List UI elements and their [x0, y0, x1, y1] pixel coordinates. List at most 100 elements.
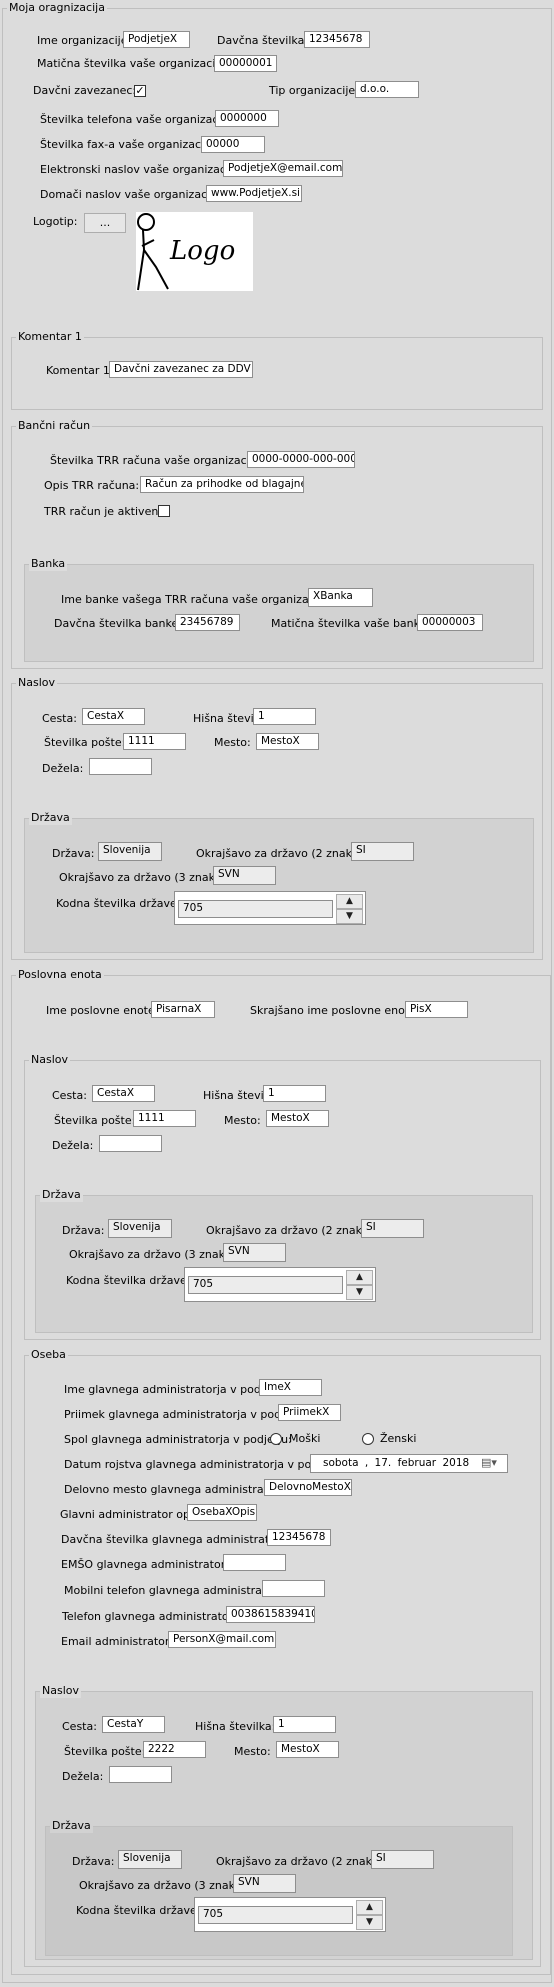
- admin-job-input[interactable]: DelovnoMestoX: [264, 1479, 352, 1496]
- person-num-code-input[interactable]: 705: [198, 1906, 353, 1924]
- unit-code3-input[interactable]: SVN: [223, 1243, 286, 1262]
- unit-post-input[interactable]: 1111: [133, 1110, 196, 1127]
- person-num-code-up-button[interactable]: ▲: [356, 1900, 383, 1915]
- person-code2-input[interactable]: SI: [371, 1850, 434, 1869]
- admin-email-input[interactable]: PersonX@mail.com: [168, 1631, 276, 1648]
- trr-active-label: TRR račun je aktiven:: [44, 505, 163, 518]
- admin-gender-label: Spol glavnega administratorja v podjetju…: [64, 1433, 292, 1446]
- person-street-label: Cesta:: [62, 1720, 97, 1733]
- code2-input[interactable]: SI: [351, 842, 414, 861]
- person-address-group-title: Naslov: [40, 1684, 81, 1698]
- comment-input[interactable]: Davčni zavezanec za DDV: [109, 361, 253, 378]
- org-fax-input[interactable]: 00000: [201, 136, 265, 153]
- bank-account-group-title: Bančni račun: [16, 419, 93, 433]
- org-reg-input[interactable]: 00000001: [214, 55, 277, 72]
- org-phone-label: Številka telefona vaše organizacije:: [40, 113, 236, 126]
- person-region-input[interactable]: [109, 1766, 172, 1783]
- bank-reg-input[interactable]: 00000003: [417, 614, 483, 631]
- city-input[interactable]: MestoX: [256, 733, 319, 750]
- person-post-input[interactable]: 2222: [143, 1741, 206, 1758]
- org-email-input[interactable]: PodjetjeX@email.com: [223, 160, 343, 177]
- logo-image: Logo: [136, 212, 253, 291]
- person-post-label: Številka pošte:: [64, 1745, 146, 1758]
- gender-female-label[interactable]: Ženski: [380, 1432, 416, 1446]
- street-input[interactable]: CestaX: [82, 708, 145, 725]
- person-region-label: Dežela:: [62, 1770, 104, 1783]
- admin-surname-input[interactable]: PriimekX: [278, 1404, 341, 1421]
- org-vat-checkbox[interactable]: ✓: [134, 85, 146, 97]
- person-num-code-down-button[interactable]: ▼: [356, 1915, 383, 1930]
- num-code-up-button[interactable]: ▲: [336, 894, 363, 909]
- unit-num-code-input[interactable]: 705: [188, 1276, 343, 1294]
- admin-name-input[interactable]: ImeX: [259, 1379, 322, 1396]
- admin-desc-input[interactable]: OsebaXOpis: [187, 1504, 257, 1521]
- admin-dob-picker[interactable]: sobota , 17. februar 2018 ▤▾: [310, 1454, 508, 1473]
- country-group: Država: [24, 811, 534, 953]
- num-code-input[interactable]: 705: [178, 900, 333, 918]
- org-phone-input[interactable]: 0000000: [215, 110, 279, 127]
- person-code3-input[interactable]: SVN: [233, 1874, 296, 1893]
- bank-tax-label: Davčna številka banke:: [54, 617, 182, 630]
- unit-name-input[interactable]: PisarnaX: [151, 1001, 215, 1018]
- person-house-input[interactable]: 1: [273, 1716, 336, 1733]
- unit-house-input[interactable]: 1: [263, 1085, 326, 1102]
- org-vat-label: Davčni zavezanec:: [33, 84, 137, 97]
- calendar-dropdown-icon[interactable]: ▤▾: [481, 1456, 497, 1469]
- person-group-title: Oseba: [29, 1348, 68, 1362]
- person-country-label: Država:: [72, 1855, 115, 1868]
- admin-dob-value: sobota , 17. februar 2018: [323, 1457, 470, 1469]
- street-label: Cesta:: [42, 712, 77, 725]
- post-input[interactable]: 1111: [123, 733, 186, 750]
- gender-female-radio[interactable]: [362, 1433, 374, 1445]
- logo-browse-button[interactable]: ...: [84, 213, 126, 233]
- unit-num-code-label: Kodna številka države:: [66, 1274, 191, 1287]
- unit-short-input[interactable]: PisX: [405, 1001, 468, 1018]
- trr-active-checkbox[interactable]: [158, 505, 170, 517]
- unit-code2-input[interactable]: SI: [361, 1219, 424, 1238]
- country-input[interactable]: Slovenija: [98, 842, 162, 861]
- unit-num-code-down-button[interactable]: ▼: [346, 1285, 373, 1300]
- org-type-label: Tip organizacije:: [269, 84, 359, 97]
- unit-code3-label: Okrajšavo za državo (3 znaki):: [69, 1248, 237, 1261]
- org-tax-label: Davčna številka:: [217, 34, 309, 47]
- admin-mobile-label: Mobilni telefon glavnega administratorja…: [64, 1584, 291, 1597]
- org-tax-input[interactable]: 12345678: [304, 31, 370, 48]
- org-web-input[interactable]: www.PodjetjeX.si: [206, 185, 302, 202]
- unit-country-input[interactable]: Slovenija: [108, 1219, 172, 1238]
- trr-input[interactable]: 0000-0000-000-000: [247, 451, 355, 468]
- admin-emso-input[interactable]: [223, 1554, 286, 1571]
- bank-group-title: Banka: [29, 557, 68, 571]
- person-city-input[interactable]: MestoX: [276, 1741, 339, 1758]
- admin-dob-label: Datum rojstva glavnega administratorja v…: [64, 1458, 347, 1471]
- num-code-down-button[interactable]: ▼: [336, 909, 363, 924]
- bank-tax-input[interactable]: 23456789: [175, 614, 240, 631]
- unit-num-code-up-button[interactable]: ▲: [346, 1270, 373, 1285]
- unit-country-label: Država:: [62, 1224, 105, 1237]
- person-city-label: Mesto:: [234, 1745, 271, 1758]
- trr-desc-input[interactable]: Račun za prihodke od blagajne: [140, 476, 304, 493]
- gender-male-label[interactable]: Moški: [289, 1432, 320, 1446]
- org-name-input[interactable]: PodjetjeX: [123, 31, 190, 48]
- unit-city-input[interactable]: MestoX: [266, 1110, 329, 1127]
- organization-form: { "org": { "title": "Moja oragnizacija",…: [0, 0, 554, 1987]
- gender-male-radio[interactable]: [270, 1433, 282, 1445]
- admin-tax-input[interactable]: 12345678: [267, 1529, 331, 1546]
- code3-input[interactable]: SVN: [213, 866, 276, 885]
- person-country-input[interactable]: Slovenija: [118, 1850, 182, 1869]
- unit-region-input[interactable]: [99, 1135, 162, 1152]
- unit-num-code-stepper: 705 ▲ ▼: [184, 1267, 376, 1302]
- org-email-label: Elektronski naslov vaše organizacije:: [40, 163, 243, 176]
- person-street-input[interactable]: CestaY: [102, 1716, 165, 1733]
- num-code-stepper: 705 ▲ ▼: [174, 891, 366, 925]
- region-input[interactable]: [89, 758, 152, 775]
- admin-mobile-input[interactable]: [262, 1580, 325, 1597]
- comment-group-title: Komentar 1: [16, 330, 84, 344]
- person-code3-label: Okrajšavo za državo (3 znaki):: [79, 1879, 247, 1892]
- unit-street-input[interactable]: CestaX: [92, 1085, 155, 1102]
- house-input[interactable]: 1: [253, 708, 316, 725]
- admin-phone-input[interactable]: 0038615839410: [226, 1606, 315, 1623]
- admin-name-label: Ime glavnega administratorja v podjetju:: [64, 1383, 289, 1396]
- unit-country-group-title: Država: [40, 1188, 83, 1202]
- bank-name-input[interactable]: XBanka: [308, 588, 373, 607]
- org-type-input[interactable]: d.o.o.: [355, 81, 419, 98]
